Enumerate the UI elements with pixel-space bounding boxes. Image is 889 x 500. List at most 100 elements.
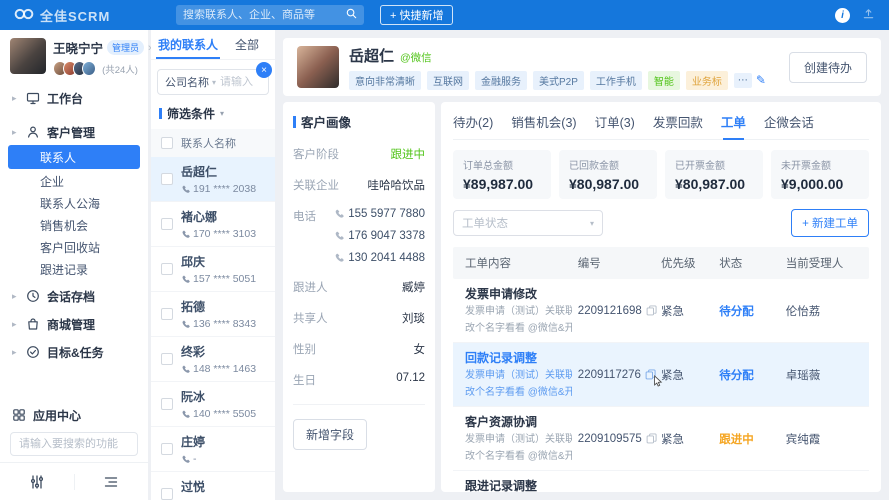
create-todo-button[interactable]: 创建待办 <box>788 51 867 83</box>
global-search-input[interactable] <box>183 9 346 21</box>
list-item[interactable]: 过悦 132 **** 9637 <box>151 472 275 500</box>
tab-orders[interactable]: 订单(3) <box>595 112 635 139</box>
list-item[interactable]: 阮冰 140 **** 5505 <box>151 382 275 427</box>
mouse-cursor-icon <box>652 374 664 391</box>
phone-icon <box>182 410 190 418</box>
tab-todos[interactable]: 待办(2) <box>453 112 493 139</box>
sidebar-item-goals-tasks[interactable]: ▸ 目标&任务 <box>0 340 148 364</box>
sliders-icon[interactable] <box>0 474 74 490</box>
sidebar-item-workbench[interactable]: ▸ 工作台 <box>0 86 148 110</box>
list-item[interactable]: 庄婷 - <box>151 427 275 472</box>
ticket-title-link[interactable]: 回款记录调整 <box>465 349 572 366</box>
company-filter: 公司名称 ▾ × <box>157 62 272 95</box>
member-count: (共24人) <box>102 64 138 76</box>
table-row[interactable]: 发票申请修改 发票申请（测试）关联联系人 改个名字看看 @微信&开票方式 220… <box>453 279 869 343</box>
ticket-title-link[interactable]: 跟进记录调整 <box>465 477 572 492</box>
detail-card: 待办(2) 销售机会(3) 订单(3) 发票回款 工单 企微会话 订单总金额 ¥… <box>441 102 881 492</box>
row-checkbox[interactable] <box>161 173 173 185</box>
global-search[interactable] <box>176 5 364 25</box>
sidebar-item-label: 商城管理 <box>47 317 96 332</box>
row-checkbox[interactable] <box>161 488 173 500</box>
row-checkbox[interactable] <box>161 263 173 275</box>
contact-list: 岳超仁 191 **** 2038 褚心娜 170 **** 3103 邱庆 1… <box>151 157 275 500</box>
function-search-input[interactable] <box>10 432 138 456</box>
filter-field-select[interactable]: 公司名称 <box>158 74 212 90</box>
tab-invoice-payments[interactable]: 发票回款 <box>653 112 703 139</box>
tag-list: 意向非常清晰 互联网 金融服务 美式P2P 工作手机 智能 业务标 ⋯ ✎ <box>349 70 779 90</box>
phone-icon <box>182 230 190 238</box>
app-logo[interactable]: 全佳SCRM <box>14 6 164 25</box>
filter-value-input[interactable] <box>216 76 268 88</box>
sidebar-item-label: 应用中心 <box>33 408 82 423</box>
sidebar-item-customer-mgmt[interactable]: ▸ 客户管理 <box>0 120 148 144</box>
list-item[interactable]: 岳超仁 191 **** 2038 <box>151 157 275 202</box>
sidebar-item-app-center[interactable]: 应用中心 <box>10 403 138 427</box>
row-checkbox[interactable] <box>161 308 173 320</box>
more-tags-button[interactable]: ⋯ <box>733 72 752 88</box>
tab-wecom-sessions[interactable]: 企微会话 <box>764 112 814 139</box>
table-row[interactable]: 跟进记录调整 发票申请（测试）关联联系人 改个名字看看 @微信&开票方式 220… <box>453 471 869 492</box>
role-badge: 管理员 <box>107 40 145 55</box>
phone-icon <box>335 253 344 262</box>
list-item[interactable]: 终彩 148 **** 1463 <box>151 337 275 382</box>
tab-my-contacts[interactable]: 我的联系人 <box>151 30 225 59</box>
ticket-title-link[interactable]: 客户资源协调 <box>465 413 572 430</box>
ticket-status-select[interactable]: 工单状态 ▾ <box>453 210 603 236</box>
edit-tags-icon[interactable]: ✎ <box>756 73 766 87</box>
row-checkbox[interactable] <box>161 353 173 365</box>
phone-icon <box>182 320 190 328</box>
sidebar-item-companies[interactable]: 企业 <box>0 170 148 192</box>
person-icon <box>26 125 40 139</box>
row-checkbox[interactable] <box>161 218 173 230</box>
column-contact-name: 联系人名称 <box>181 138 236 150</box>
select-all-checkbox[interactable] <box>161 137 173 149</box>
share-icon[interactable] <box>862 7 875 23</box>
team-avatars[interactable]: (共24人) <box>53 61 138 76</box>
copy-icon[interactable] <box>646 305 657 316</box>
customer-profile-card: 客户画像 客户阶段 跟进中 关联企业 哇哈哈饮品 电话 155 5977 788… <box>283 102 435 492</box>
copy-icon[interactable] <box>646 433 657 444</box>
add-field-button[interactable]: 新增字段 <box>293 419 368 450</box>
phone-icon <box>182 455 190 463</box>
chevron-collapsed-icon: ▸ <box>12 92 17 103</box>
tab-sales-opps[interactable]: 销售机会(3) <box>511 112 576 139</box>
sidebar-footer <box>0 462 148 500</box>
sidebar-item-contact-pool[interactable]: 联系人公海 <box>0 192 148 214</box>
search-icon[interactable] <box>346 8 357 22</box>
sidebar-item-mall-mgmt[interactable]: ▸ 商城管理 <box>0 312 148 336</box>
contact-list-header: 联系人名称 <box>151 129 275 157</box>
table-header: 工单内容 编号 优先级 状态 当前受理人 <box>453 247 869 279</box>
menu-list-icon[interactable] <box>75 474 149 490</box>
row-checkbox[interactable] <box>161 443 173 455</box>
target-check-icon <box>26 345 40 359</box>
company-value[interactable]: 哇哈哈饮品 <box>368 177 426 193</box>
quick-add-button[interactable]: + 快捷新增 <box>380 5 454 25</box>
tag: 业务标 <box>685 70 728 90</box>
filter-conditions-toggle[interactable]: 筛选条件 ▾ <box>159 105 267 122</box>
chevron-collapsed-icon: ▸ <box>12 346 17 357</box>
sidebar-item-contacts[interactable]: 联系人 <box>8 145 140 169</box>
sidebar: 王晓宁宁 管理员 › (共24人) ▸ 工作台 ▸ 客户管理 联系人 企业 联系… <box>0 30 152 500</box>
info-icon[interactable]: i <box>835 7 850 23</box>
bag-icon <box>26 317 40 331</box>
close-icon[interactable]: × <box>256 62 272 78</box>
sidebar-item-recycle-bin[interactable]: 客户回收站 <box>0 236 148 258</box>
tab-all-contacts[interactable]: 全部 <box>225 30 275 59</box>
stats-row: 订单总金额 ¥89,987.00 已回款金额 ¥80,987.00 已开票金额 … <box>453 150 869 199</box>
sidebar-item-follow-records[interactable]: 跟进记录 <box>0 258 148 280</box>
new-ticket-button[interactable]: + 新建工单 <box>791 209 869 237</box>
logo-icon <box>14 8 34 23</box>
row-checkbox[interactable] <box>161 398 173 410</box>
accent-bar <box>159 108 162 119</box>
follower-value: 臧婷 <box>402 282 425 294</box>
sidebar-item-sales-opps[interactable]: 销售机会 <box>0 214 148 236</box>
list-item[interactable]: 拓德 136 **** 8343 <box>151 292 275 337</box>
list-item[interactable]: 邱庆 157 **** 5051 <box>151 247 275 292</box>
table-row[interactable]: 客户资源协调 发票申请（测试）关联联系人 改个名字看看 @微信&开票方式 220… <box>453 407 869 471</box>
ticket-title-link[interactable]: 发票申请修改 <box>465 285 572 302</box>
sidebar-item-session-archive[interactable]: ▸ 会话存档 <box>0 284 148 308</box>
table-row[interactable]: 回款记录调整 发票申请（测试）关联联系人 改个名字看看 @微信&开票方式 220… <box>453 343 869 407</box>
user-card[interactable]: 王晓宁宁 管理员 › (共24人) <box>0 30 152 82</box>
tab-tickets[interactable]: 工单 <box>721 112 746 140</box>
list-item[interactable]: 褚心娜 170 **** 3103 <box>151 202 275 247</box>
